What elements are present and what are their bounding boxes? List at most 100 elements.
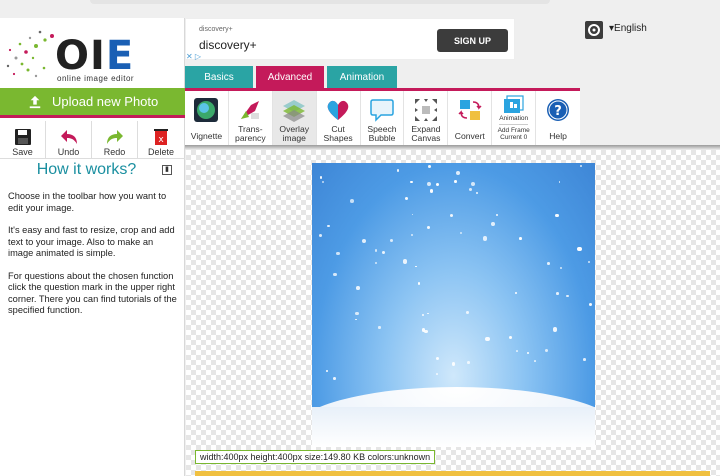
undo-button[interactable]: Undo	[46, 121, 92, 159]
how-it-works-title: How it works?	[36, 161, 137, 178]
page: OIE online image editor Upload new Photo…	[0, 0, 720, 476]
snowflake	[361, 238, 366, 243]
snowflake	[355, 318, 357, 321]
snowflake	[534, 360, 536, 363]
snowflake	[459, 232, 462, 235]
current-frame-label: Current 0	[500, 134, 528, 141]
undo-icon	[60, 130, 77, 144]
undo-label: Undo	[57, 147, 80, 157]
snowflake	[318, 234, 322, 238]
snowflake	[552, 327, 558, 332]
collapse-icon[interactable]: ▮	[162, 165, 172, 175]
tool-label-2: Vignette	[190, 131, 223, 141]
ad-brand-title: discovery+	[199, 38, 257, 52]
ad-signup-button[interactable]: SIGN UP	[437, 29, 508, 52]
action-bar: Save Undo Redo x Delete	[0, 121, 185, 159]
snowflake	[427, 312, 430, 315]
snowflake	[333, 272, 337, 277]
snowflake	[453, 180, 457, 184]
tool-animation[interactable]: Animation Add Frame Current 0	[492, 91, 537, 145]
redo-icon	[106, 130, 123, 144]
snowflake	[326, 224, 330, 228]
help-icon: ?	[547, 99, 570, 121]
animation-icon	[503, 95, 524, 113]
snowflake	[421, 328, 426, 332]
snowflake	[427, 225, 431, 229]
logo[interactable]: OIE online image editor	[0, 18, 185, 88]
how-paragraph: It's easy and fast to resize, crop and a…	[8, 225, 175, 258]
snowflake	[374, 248, 378, 252]
snowflake	[471, 181, 476, 186]
snowflake	[466, 361, 470, 364]
snowflake	[579, 164, 583, 167]
snowflake	[508, 336, 512, 340]
svg-text:x: x	[158, 135, 164, 145]
snowflake	[333, 377, 336, 380]
snowflake	[449, 213, 454, 218]
snowflake	[469, 188, 472, 192]
language-selector[interactable]: ▾English	[609, 23, 647, 34]
snowflake	[422, 313, 425, 317]
how-it-works-text: Choose in the toolbar how you want to ed…	[8, 191, 180, 328]
tool-cut-shapes[interactable]: Cut Shapes	[317, 91, 361, 145]
edited-image[interactable]	[312, 163, 595, 447]
snowflake	[559, 266, 562, 269]
ad-banner[interactable]: discovery+ discovery+ SIGN UP ✕ ▷	[185, 18, 515, 61]
logo-dots-icon	[6, 30, 54, 78]
snowflake	[526, 351, 529, 355]
snowflake	[514, 292, 517, 295]
snowflake	[350, 199, 355, 204]
tool-label-2: Help	[549, 131, 567, 141]
speech-bubble-icon	[370, 99, 394, 122]
sidebar: OIE online image editor Upload new Photo…	[0, 18, 185, 476]
delete-button[interactable]: x Delete	[138, 121, 184, 159]
upload-photo-button[interactable]: Upload new Photo	[0, 88, 185, 118]
snowflake	[436, 357, 440, 361]
tab-advanced[interactable]: Advanced	[256, 66, 324, 88]
svg-text:?: ?	[554, 104, 562, 119]
tab-animation[interactable]: Animation	[327, 66, 397, 88]
browser-top-bar	[90, 0, 550, 4]
snow-ground	[312, 407, 595, 447]
snowflake	[587, 261, 590, 264]
tool-vignette[interactable]: Vignette	[185, 91, 229, 145]
tool-overlay-image[interactable]: Overlay image	[272, 91, 317, 145]
tool-transparency[interactable]: Trans- parency	[229, 91, 273, 145]
snowflake	[558, 181, 561, 183]
how-paragraph: For questions about the chosen function …	[8, 270, 177, 316]
snowflake	[518, 237, 522, 241]
heart-icon	[327, 100, 349, 120]
upload-icon	[29, 95, 41, 108]
snowflake	[397, 169, 400, 172]
snowflake	[466, 310, 469, 314]
tool-expand-canvas[interactable]: Expand Canvas	[404, 91, 449, 145]
save-button[interactable]: Save	[0, 121, 46, 159]
tool-help[interactable]: ? Help	[536, 91, 580, 145]
snowflake	[475, 192, 479, 195]
image-info-bar: width:400px height:400px size:149.80 KB …	[195, 450, 436, 464]
settings-gear-icon[interactable]	[585, 21, 603, 39]
snowflake	[322, 180, 325, 183]
tool-convert[interactable]: Convert	[448, 91, 493, 145]
redo-button[interactable]: Redo	[92, 121, 138, 159]
tab-basics[interactable]: Basics	[185, 66, 253, 88]
gear-icon	[588, 24, 600, 36]
snowflake	[404, 196, 408, 200]
tool-label-2: Convert	[454, 131, 485, 141]
logo-letter-e: E	[105, 33, 135, 79]
snowflake	[417, 281, 421, 285]
logo-letter-o: O	[55, 33, 91, 79]
snowflake	[496, 214, 499, 217]
delete-icon: x	[154, 129, 168, 145]
snowflake	[410, 180, 413, 184]
snowflake	[435, 182, 439, 186]
tool-speech-bubble[interactable]: Speech Bubble	[361, 91, 405, 145]
snowflake	[382, 251, 386, 255]
snowflake	[374, 262, 377, 264]
snowflake	[355, 311, 359, 316]
ad-close-icon[interactable]: ✕ ▷	[186, 52, 201, 61]
snowflake	[515, 350, 518, 353]
snowflake	[415, 265, 417, 268]
snowflake	[428, 164, 432, 168]
tab-bar: Basics Advanced Animation	[185, 66, 400, 88]
